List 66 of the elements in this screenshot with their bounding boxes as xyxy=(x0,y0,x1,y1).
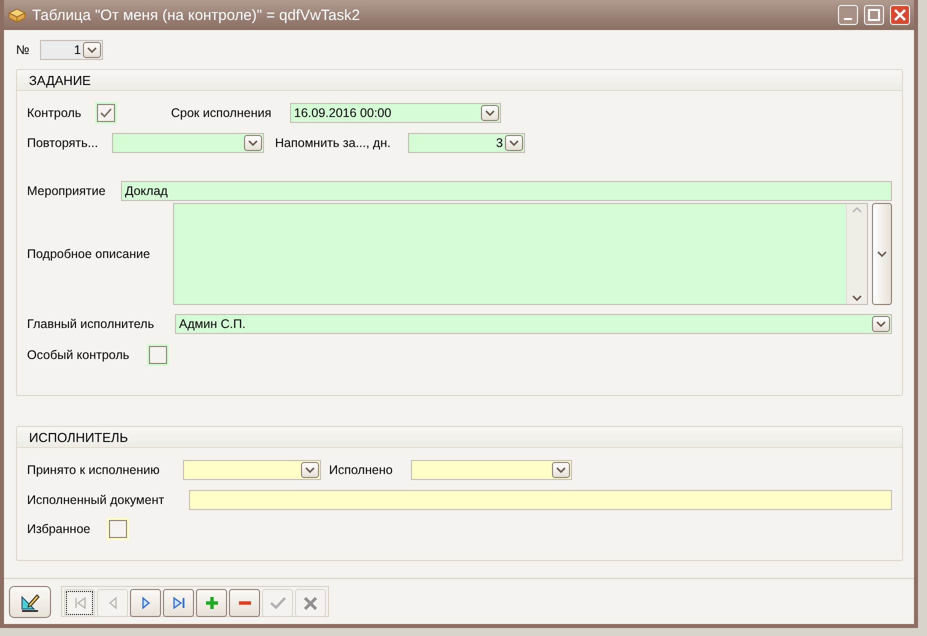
date-field[interactable]: 16.09.2016 00:00 xyxy=(290,103,501,123)
minimize-button[interactable] xyxy=(838,5,858,25)
expand-button[interactable] xyxy=(872,203,892,305)
done-field[interactable] xyxy=(411,460,572,480)
number-label: № xyxy=(16,43,30,57)
event-field[interactable]: Доклад xyxy=(121,181,892,201)
chevron-down-icon xyxy=(305,466,315,474)
minimize-icon xyxy=(844,18,852,20)
repeat-field[interactable] xyxy=(112,133,264,153)
chevron-up-icon xyxy=(852,206,862,213)
field-label: Особый контроль xyxy=(27,348,130,362)
chevron-down-icon xyxy=(87,46,97,54)
close-icon xyxy=(304,596,317,610)
dropdown-button[interactable] xyxy=(552,462,570,478)
close-button[interactable] xyxy=(890,5,910,25)
number-field[interactable]: 1 xyxy=(40,40,103,60)
checkmark-icon xyxy=(270,597,286,609)
dropdown-button[interactable] xyxy=(301,462,319,478)
chevron-down-icon xyxy=(248,140,258,146)
close-icon xyxy=(894,9,906,21)
field-label: Исполнено xyxy=(329,463,394,477)
box-icon xyxy=(8,7,26,23)
remind-field[interactable]: 3 xyxy=(408,133,525,153)
field-label: Главный исполнитель xyxy=(27,317,156,331)
field-label: Исполненный документ xyxy=(27,493,166,507)
checkbox[interactable] xyxy=(97,104,115,122)
section-header: ЗАДАНИЕ xyxy=(17,70,902,91)
field-label: Принято к исполнению xyxy=(27,463,161,477)
field-label: Мероприятие xyxy=(27,184,107,198)
dropdown-button[interactable] xyxy=(481,105,499,121)
plus-icon xyxy=(204,596,218,610)
scrollbar[interactable] xyxy=(846,204,867,304)
field-label: Напомнить за..., дн. xyxy=(275,136,392,150)
checkbox[interactable] xyxy=(149,346,167,364)
chevron-down-icon xyxy=(509,140,519,146)
window-title: Таблица "От меня (на контроле)" = qdfVwTask2 xyxy=(32,6,361,24)
skip-back-icon xyxy=(72,596,86,610)
dropdown-button[interactable] xyxy=(872,316,890,332)
checkbox[interactable] xyxy=(109,520,127,538)
checkmark-icon xyxy=(100,108,112,118)
minus-icon xyxy=(238,600,252,606)
chevron-down-icon xyxy=(877,250,887,258)
document-field[interactable] xyxy=(189,490,892,510)
dropdown-button[interactable] xyxy=(244,135,262,151)
skip-forward-icon xyxy=(172,596,186,610)
field-label: Срок исполнения xyxy=(171,106,272,120)
pencil-ruler-icon xyxy=(20,592,40,612)
triangle-left-icon xyxy=(108,596,118,610)
dropdown-button[interactable] xyxy=(83,42,101,58)
section-header: ИСПОЛНИТЕЛЬ xyxy=(17,427,902,448)
chevron-down-icon xyxy=(852,295,862,302)
field-label: Повторять... xyxy=(27,136,100,150)
dropdown-button[interactable] xyxy=(505,135,523,151)
chevron-down-icon xyxy=(876,320,886,328)
triangle-right-icon xyxy=(140,596,150,610)
field-label: Избранное xyxy=(27,522,92,536)
description-field[interactable] xyxy=(173,203,868,305)
accepted-field[interactable] xyxy=(183,460,321,480)
field-label: Контроль xyxy=(27,106,82,120)
executor-field[interactable]: Админ С.П. xyxy=(175,314,892,334)
edit-button[interactable] xyxy=(9,586,51,618)
chevron-down-icon xyxy=(556,466,566,474)
maximize-button[interactable] xyxy=(864,5,884,25)
field-label: Подробное описание xyxy=(27,247,152,261)
chevron-down-icon xyxy=(485,110,495,116)
maximize-icon xyxy=(868,9,880,21)
